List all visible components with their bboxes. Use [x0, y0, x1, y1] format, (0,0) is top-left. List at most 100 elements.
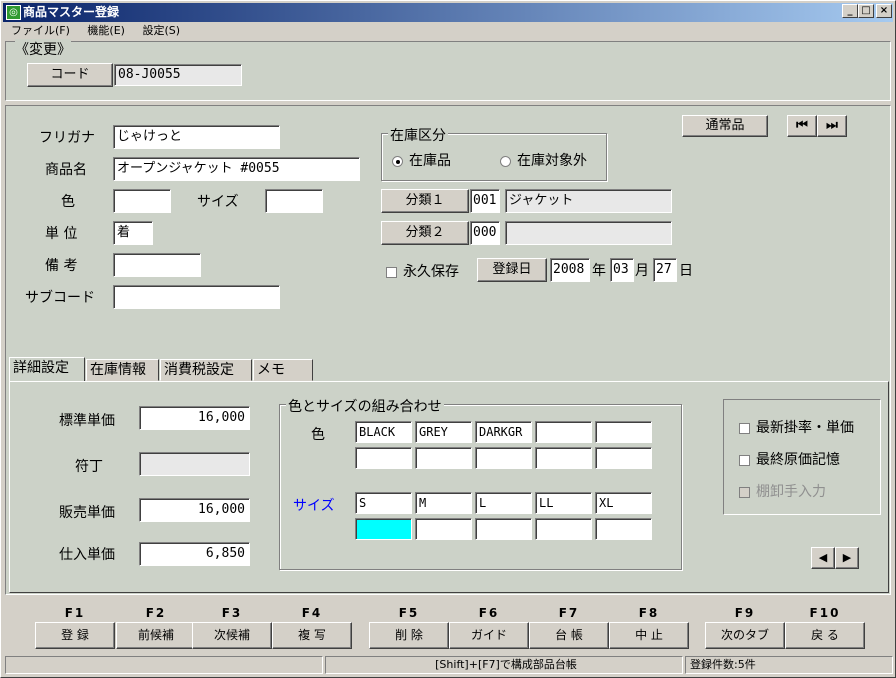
option-label: 最終原価記憶: [756, 452, 840, 468]
close-icon[interactable]: ×: [876, 4, 892, 18]
minimize-icon[interactable]: _: [842, 4, 858, 18]
sale-price-field[interactable]: 16,000: [139, 498, 250, 522]
combo-size-cell[interactable]: XL: [595, 492, 652, 514]
size-label: サイズ: [197, 194, 239, 210]
status-count: 登録件数:5件: [685, 656, 893, 674]
tab-memo[interactable]: メモ: [253, 359, 313, 381]
combo-size-cell[interactable]: S: [355, 492, 412, 514]
f9-next-tab-button[interactable]: 次のタブ: [705, 622, 785, 649]
combo-color-cell[interactable]: [595, 421, 652, 443]
combo-caption: 色とサイズの組み合わせ: [286, 396, 444, 416]
purchase-price-label: 仕入単価: [59, 547, 115, 563]
menu-file[interactable]: ファイル(F): [11, 24, 70, 37]
name-field[interactable]: オープンジャケット #0055: [113, 157, 360, 181]
checkbox-icon: [739, 454, 750, 466]
category1-button[interactable]: 分類１: [381, 189, 469, 213]
unit-field[interactable]: 着: [113, 221, 153, 245]
combo-size-cell-2[interactable]: [475, 518, 532, 540]
category1-code[interactable]: 001: [470, 189, 500, 213]
memo-label: 備 考: [45, 258, 78, 274]
radio-icon: [500, 155, 511, 167]
combo-color-cell-2[interactable]: [535, 447, 592, 469]
combo-color-cell[interactable]: BLACK: [355, 421, 412, 443]
year-unit: 年: [592, 263, 606, 279]
combo-size-cell[interactable]: LL: [535, 492, 592, 514]
fkey-label: F7: [558, 606, 580, 620]
combo-size-cell-2[interactable]: [415, 518, 472, 540]
combo-size-cell-2[interactable]: [595, 518, 652, 540]
status-hint: [Shift]+[F7]で構成部品台帳: [325, 656, 683, 674]
category2-button[interactable]: 分類２: [381, 221, 469, 245]
checkbox-icon: [739, 422, 750, 434]
subcode-label: サブコード: [25, 290, 95, 306]
stock-radio-out[interactable]: 在庫対象外: [500, 150, 587, 170]
option-label: 最新掛率・単価: [756, 420, 854, 436]
radio-selected-icon: [392, 155, 403, 167]
checkbox-icon: [386, 266, 397, 278]
tab-stock[interactable]: 在庫情報: [86, 359, 159, 381]
fkey-label: F5: [398, 606, 420, 620]
category2-code[interactable]: 000: [470, 221, 500, 245]
scroll-left-icon[interactable]: ◀: [811, 547, 835, 569]
purchase-price-field[interactable]: 6,850: [139, 542, 250, 566]
price-code-label: 符丁: [75, 459, 103, 475]
stock-radio-in[interactable]: 在庫品: [392, 150, 451, 170]
stock-type-group: 在庫区分 在庫品 在庫対象外: [381, 125, 607, 181]
reg-month-field[interactable]: 03: [610, 258, 634, 282]
furigana-field[interactable]: じゃけっと: [113, 125, 280, 149]
mode-label: 《変更》: [15, 39, 71, 59]
permanent-label: 永久保存: [403, 264, 459, 280]
permanent-checkbox[interactable]: 永久保存: [386, 261, 459, 281]
size-field[interactable]: [265, 189, 323, 213]
f7-ledger-button[interactable]: 台 帳: [529, 622, 609, 649]
reg-year-field[interactable]: 2008: [550, 258, 590, 282]
combo-size-cell[interactable]: M: [415, 492, 472, 514]
reg-date-button[interactable]: 登録日: [477, 258, 547, 282]
color-field[interactable]: [113, 189, 171, 213]
combo-color-cell-2[interactable]: [355, 447, 412, 469]
f4-copy-button[interactable]: 複 写: [272, 622, 352, 649]
standard-price-field[interactable]: 16,000: [139, 406, 250, 430]
option-last-cost[interactable]: 最終原価記憶: [739, 449, 840, 469]
option-latest-rate[interactable]: 最新掛率・単価: [739, 417, 854, 437]
f3-next-candidate-button[interactable]: 次候補: [192, 622, 272, 649]
combo-size-cell[interactable]: L: [475, 492, 532, 514]
month-unit: 月: [635, 263, 649, 279]
tab-tax[interactable]: 消費税設定: [160, 359, 252, 381]
last-record-icon[interactable]: ⏭: [817, 115, 847, 137]
reg-day-field[interactable]: 27: [653, 258, 677, 282]
maximize-icon[interactable]: □: [858, 4, 874, 18]
combo-color-cell-2[interactable]: [595, 447, 652, 469]
code-field[interactable]: 08-J0055: [114, 64, 242, 86]
f10-back-button[interactable]: 戻 る: [785, 622, 865, 649]
f1-register-button[interactable]: 登 録: [35, 622, 115, 649]
combo-size-cell-2[interactable]: [535, 518, 592, 540]
item-type-button[interactable]: 通常品: [682, 115, 768, 137]
fkey-label: F1: [64, 606, 86, 620]
fkey-label: F6: [478, 606, 500, 620]
scroll-right-icon[interactable]: ▶: [835, 547, 859, 569]
subcode-field[interactable]: [113, 285, 280, 309]
fkey-label: F2: [145, 606, 167, 620]
combo-color-cell[interactable]: GREY: [415, 421, 472, 443]
checkbox-disabled-icon: [739, 486, 750, 498]
combo-color-label: 色: [311, 427, 325, 443]
f5-delete-button[interactable]: 削 除: [369, 622, 449, 649]
standard-price-label: 標準単価: [59, 413, 115, 429]
code-button[interactable]: コード: [27, 63, 113, 87]
tab-detail[interactable]: 詳細設定: [9, 357, 85, 382]
f2-prev-candidate-button[interactable]: 前候補: [116, 622, 196, 649]
combo-color-cell[interactable]: DARKGR: [475, 421, 532, 443]
combo-color-cell-2[interactable]: [475, 447, 532, 469]
first-record-icon[interactable]: ⏮: [787, 115, 817, 137]
combo-size-cell-2-selected[interactable]: [355, 518, 412, 540]
f8-cancel-button[interactable]: 中 止: [609, 622, 689, 649]
title-bar: ◎ 商品マスター登録: [3, 3, 893, 22]
memo-field[interactable]: [113, 253, 201, 277]
menu-function[interactable]: 機能(E): [87, 24, 125, 37]
combo-color-cell[interactable]: [535, 421, 592, 443]
unit-label: 単 位: [45, 226, 78, 242]
menu-settings[interactable]: 設定(S): [142, 24, 180, 37]
f6-guide-button[interactable]: ガイド: [449, 622, 529, 649]
combo-color-cell-2[interactable]: [415, 447, 472, 469]
